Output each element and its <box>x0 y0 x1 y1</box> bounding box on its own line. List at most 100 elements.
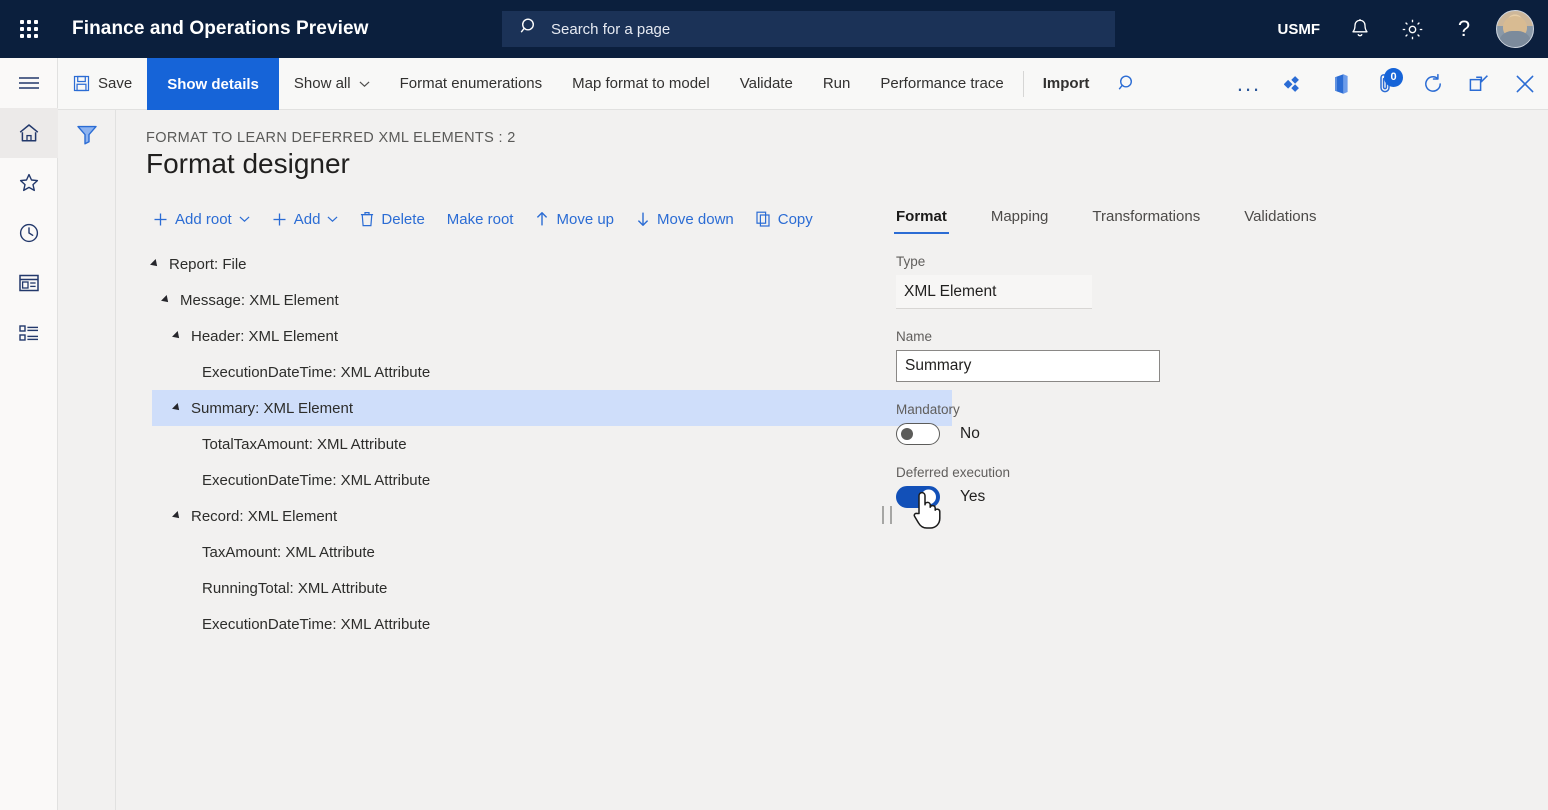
name-field: Name Summary <box>896 329 1456 382</box>
tree-row-label: RunningTotal: XML Attribute <box>202 580 387 597</box>
office-apps-icon[interactable] <box>1318 58 1364 110</box>
gear-icon[interactable] <box>1386 0 1438 58</box>
type-value: XML Element <box>896 275 1092 309</box>
page-title: Format designer <box>146 148 350 180</box>
open-in-new-window-icon[interactable] <box>1456 58 1502 110</box>
tree-expander-icon[interactable] <box>172 403 182 413</box>
show-details-label: Show details <box>167 76 259 93</box>
help-icon[interactable]: ? <box>1438 0 1490 58</box>
deferred-execution-toggle[interactable] <box>896 486 940 508</box>
copy-button[interactable]: Copy <box>745 202 824 236</box>
tab-transformations-label: Transformations <box>1092 208 1200 225</box>
performance-trace-button[interactable]: Performance trace <box>865 58 1018 110</box>
run-label: Run <box>823 75 851 92</box>
name-input[interactable]: Summary <box>896 350 1160 382</box>
help-label: ? <box>1458 16 1470 42</box>
performance-trace-label: Performance trace <box>880 75 1003 92</box>
dynamics-flow-icon[interactable] <box>1272 58 1318 110</box>
mandatory-field: Mandatory No <box>896 402 1456 445</box>
sidebar-item-modules[interactable] <box>0 308 58 358</box>
global-search-input[interactable]: Search for a page <box>502 11 1115 47</box>
delete-button[interactable]: Delete <box>349 202 435 236</box>
show-all-dropdown[interactable]: Show all <box>279 58 385 110</box>
save-label: Save <box>98 75 132 92</box>
app-launcher-icon[interactable] <box>0 0 58 58</box>
action-pane-toolbar: Save Show details Show all Format enumer… <box>58 58 1548 110</box>
tree-row[interactable]: Message: XML Element <box>152 282 952 318</box>
refresh-icon[interactable] <box>1410 58 1456 110</box>
add-root-label: Add root <box>175 211 232 228</box>
sidebar-item-favorites[interactable] <box>0 158 58 208</box>
tree-row[interactable]: ExecutionDateTime: XML Attribute <box>152 606 952 642</box>
tree-row-label: Record: XML Element <box>191 508 337 525</box>
tree-row-label: TaxAmount: XML Attribute <box>202 544 375 561</box>
move-up-label: Move up <box>556 211 614 228</box>
toolbar-search-icon[interactable] <box>1104 58 1150 110</box>
name-label: Name <box>896 329 1456 344</box>
run-button[interactable]: Run <box>808 58 866 110</box>
add-root-button[interactable]: Add root <box>142 202 261 236</box>
overflow-menu-button[interactable]: ... <box>1226 58 1272 110</box>
tree-row[interactable]: Header: XML Element <box>152 318 952 354</box>
tree-row[interactable]: ExecutionDateTime: XML Attribute <box>152 462 952 498</box>
tab-mapping[interactable]: Mapping <box>991 208 1049 234</box>
close-icon[interactable] <box>1502 58 1548 110</box>
pane-splitter-handle[interactable] <box>882 506 892 524</box>
deferred-execution-value: Yes <box>960 488 985 506</box>
validate-label: Validate <box>740 75 793 92</box>
tab-transformations[interactable]: Transformations <box>1092 208 1200 234</box>
filter-funnel-icon[interactable] <box>58 110 116 158</box>
save-button[interactable]: Save <box>58 58 147 110</box>
trash-icon <box>360 211 374 227</box>
tree-row[interactable]: Record: XML Element <box>152 498 952 534</box>
tree-row[interactable]: Report: File <box>152 246 952 282</box>
tree-expander-icon[interactable] <box>172 331 182 341</box>
tab-validations[interactable]: Validations <box>1244 208 1316 234</box>
user-avatar[interactable] <box>1496 10 1534 48</box>
tree-expander-icon[interactable] <box>161 295 171 305</box>
tree-row[interactable]: RunningTotal: XML Attribute <box>152 570 952 606</box>
tree-row[interactable]: ExecutionDateTime: XML Attribute <box>152 354 952 390</box>
tab-validations-label: Validations <box>1244 208 1316 225</box>
format-enumerations-button[interactable]: Format enumerations <box>385 58 558 110</box>
tree-row-label: Message: XML Element <box>180 292 339 309</box>
hamburger-menu-icon[interactable] <box>0 58 58 108</box>
properties-panel: Format Mapping Transformations Validatio… <box>896 196 1456 508</box>
tree-row-label: Header: XML Element <box>191 328 338 345</box>
tree-expander-icon[interactable] <box>172 511 182 521</box>
sidebar-item-workspaces[interactable] <box>0 258 58 308</box>
bell-icon[interactable] <box>1334 0 1386 58</box>
move-up-button[interactable]: Move up <box>524 202 625 236</box>
sidebar-item-recent[interactable] <box>0 208 58 258</box>
validate-button[interactable]: Validate <box>725 58 808 110</box>
chevron-down-icon <box>239 215 250 223</box>
import-button[interactable]: Import <box>1028 58 1105 110</box>
tab-format[interactable]: Format <box>896 208 947 234</box>
tree-row[interactable]: TotalTaxAmount: XML Attribute <box>152 426 952 462</box>
delete-label: Delete <box>381 211 424 228</box>
deferred-execution-label: Deferred execution <box>896 465 1456 480</box>
tree-command-bar: Add root Add Delete <box>142 202 824 236</box>
tree-row-label: ExecutionDateTime: XML Attribute <box>202 364 430 381</box>
tab-mapping-label: Mapping <box>991 208 1049 225</box>
overflow-label: ... <box>1237 81 1261 87</box>
map-format-to-model-button[interactable]: Map format to model <box>557 58 725 110</box>
company-selector[interactable]: USMF <box>1264 21 1335 38</box>
make-root-button[interactable]: Make root <box>436 202 525 236</box>
add-button[interactable]: Add <box>261 202 350 236</box>
tree-expander-icon[interactable] <box>150 259 160 269</box>
mandatory-label: Mandatory <box>896 402 1456 417</box>
mandatory-toggle[interactable] <box>896 423 940 445</box>
chevron-down-icon <box>327 215 338 223</box>
sidebar-item-home[interactable] <box>0 108 58 158</box>
move-down-button[interactable]: Move down <box>625 202 745 236</box>
show-details-button[interactable]: Show details <box>147 58 279 110</box>
attachment-paperclip-icon[interactable]: 0 <box>1364 58 1410 110</box>
deferred-execution-field: Deferred execution Yes <box>896 465 1456 508</box>
tree-row[interactable]: TaxAmount: XML Attribute <box>152 534 952 570</box>
tree-row[interactable]: Summary: XML Element <box>152 390 952 426</box>
copy-icon <box>756 211 771 227</box>
move-down-label: Move down <box>657 211 734 228</box>
plus-icon <box>153 212 168 227</box>
format-tree: Report: File Message: XML Element Header: … <box>152 246 952 642</box>
